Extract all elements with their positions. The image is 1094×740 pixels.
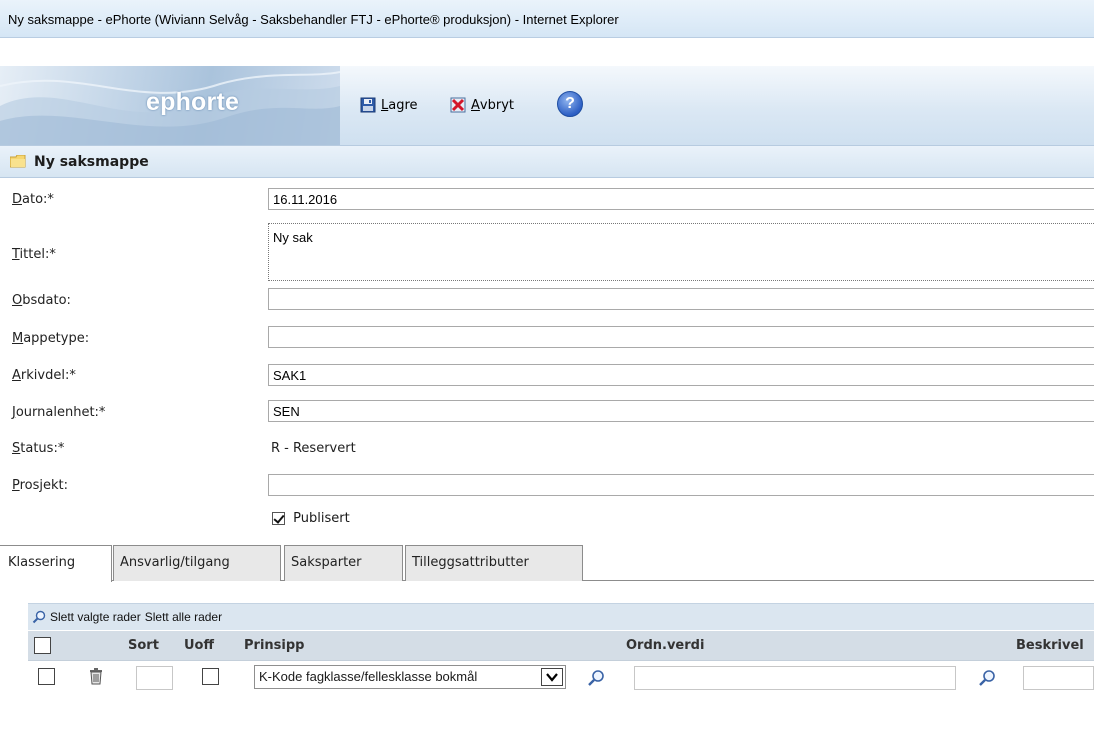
dato-label: Dato:* bbox=[12, 192, 54, 207]
tab-tilleggsattributter[interactable]: Tilleggsattributter bbox=[405, 545, 583, 581]
mappetype-label: Mappetype: bbox=[12, 331, 90, 346]
col-beskrivelse[interactable]: Beskrivel bbox=[1016, 638, 1084, 653]
status-label: Status:* bbox=[12, 441, 65, 456]
app-header: ephorte Lagre Avbryt ? bbox=[0, 66, 1094, 145]
prinsipp-lookup-icon[interactable] bbox=[587, 669, 605, 687]
obsdato-input[interactable] bbox=[268, 288, 1094, 310]
beskrivelse-input[interactable] bbox=[1023, 666, 1094, 690]
help-icon[interactable]: ? bbox=[557, 91, 583, 117]
section-title: Ny saksmappe bbox=[34, 153, 149, 170]
tab-saksparter[interactable]: Saksparter bbox=[284, 545, 403, 581]
ephorte-logo: ephorte bbox=[146, 88, 240, 116]
window-title: Ny saksmappe - ePhorte (Wiviann Selvåg -… bbox=[8, 12, 619, 27]
publisert-label: Publisert bbox=[293, 511, 350, 526]
obsdato-label: Obsdato: bbox=[12, 293, 71, 308]
tittel-textarea[interactable]: Ny sak bbox=[268, 223, 1094, 281]
prosjekt-input[interactable] bbox=[268, 474, 1094, 496]
prinsipp-select[interactable]: K-Kode fagklasse/fellesklasse bokmål bbox=[254, 665, 566, 689]
delete-all-rows-link[interactable]: Slett alle rader bbox=[145, 610, 222, 624]
cancel-x-icon bbox=[450, 97, 466, 113]
trash-icon[interactable] bbox=[89, 668, 103, 685]
tab-klassering[interactable]: Klassering bbox=[0, 545, 112, 582]
delete-selected-rows-link[interactable]: Slett valgte rader bbox=[50, 610, 141, 624]
col-sort[interactable]: Sort bbox=[128, 638, 159, 653]
chevron-down-icon bbox=[546, 673, 558, 682]
dato-input[interactable]: 16.11.2016 bbox=[268, 188, 1094, 210]
status-value: R - Reservert bbox=[271, 441, 356, 456]
journalenhet-label: Journalenhet:* bbox=[12, 405, 106, 420]
row-select-checkbox[interactable] bbox=[38, 668, 55, 685]
uoff-checkbox[interactable] bbox=[202, 668, 219, 685]
cancel-button[interactable]: Avbryt bbox=[450, 97, 514, 113]
publisert-checkbox[interactable] bbox=[272, 512, 285, 525]
save-button[interactable]: Lagre bbox=[360, 97, 418, 113]
prosjekt-label: Prosjekt: bbox=[12, 478, 69, 493]
grid-toolbar: Slett valgte rader Slett alle rader bbox=[28, 603, 1094, 630]
arkivdel-label: Arkivdel:* bbox=[12, 368, 76, 383]
journalenhet-input[interactable]: SEN bbox=[268, 400, 1094, 422]
ordnverdi-input[interactable] bbox=[634, 666, 956, 690]
arkivdel-input[interactable]: SAK1 bbox=[268, 364, 1094, 386]
window-titlebar: Ny saksmappe - ePhorte (Wiviann Selvåg -… bbox=[0, 0, 1094, 38]
sort-input[interactable] bbox=[136, 666, 173, 690]
tab-ansvarlig-tilgang[interactable]: Ansvarlig/tilgang bbox=[113, 545, 281, 581]
grid-header: Sort Uoff Prinsipp Ordn.verdi Beskrivel bbox=[28, 631, 1094, 661]
floppy-disk-icon bbox=[360, 97, 376, 113]
select-dropdown-button[interactable] bbox=[541, 668, 563, 686]
mappetype-input[interactable] bbox=[268, 326, 1094, 348]
section-header: Ny saksmappe bbox=[0, 145, 1094, 178]
folder-icon bbox=[10, 155, 26, 168]
col-ordnverdi[interactable]: Ordn.verdi bbox=[626, 638, 704, 653]
ordnverdi-lookup-icon[interactable] bbox=[978, 669, 996, 687]
logo-area: ephorte bbox=[0, 66, 340, 145]
col-uoff[interactable]: Uoff bbox=[184, 638, 214, 653]
select-all-checkbox[interactable] bbox=[34, 637, 51, 654]
col-prinsipp[interactable]: Prinsipp bbox=[244, 638, 304, 653]
publisert-row: Publisert bbox=[272, 511, 350, 526]
search-icon[interactable] bbox=[32, 610, 46, 624]
tittel-label: Tittel:* bbox=[12, 247, 56, 262]
table-row: K-Kode fagklasse/fellesklasse bokmål bbox=[28, 663, 1094, 693]
tab-bar: Klassering Ansvarlig/tilgang Saksparter … bbox=[0, 537, 1094, 582]
address-gap bbox=[0, 38, 1094, 66]
